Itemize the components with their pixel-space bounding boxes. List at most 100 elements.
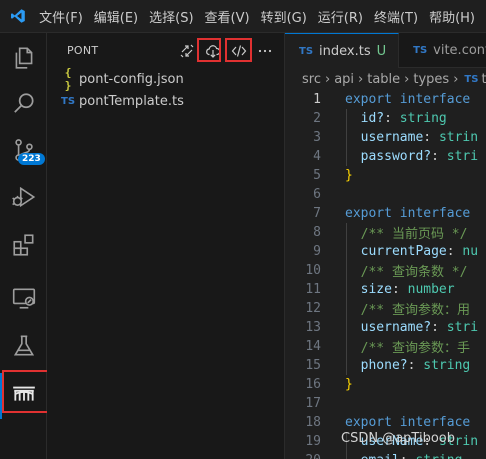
code-token: username — [345, 130, 424, 145]
code-line[interactable]: 15 phone?: string — [285, 356, 486, 375]
code-line[interactable]: 5} — [285, 166, 486, 185]
code-token: string — [399, 111, 447, 126]
code-line[interactable]: 1 export interface — [285, 90, 486, 109]
file-list: { } pont-config.json TS pontTemplate.ts — [47, 66, 284, 112]
search-button[interactable] — [0, 81, 47, 127]
code-text: size: number — [329, 282, 455, 297]
line-number: 5 — [313, 168, 321, 183]
list-item[interactable]: { } pont-config.json — [47, 66, 284, 92]
file-name: pontTemplate.ts — [79, 93, 184, 109]
code-line[interactable]: 14 /** 查询参数：手 — [285, 337, 486, 356]
code-text: currentPage: nu — [329, 244, 478, 259]
typescript-file-icon: TS — [61, 95, 76, 107]
explorer-icon — [15, 47, 32, 69]
line-number: 1 — [313, 92, 321, 107]
tab-label: index.ts — [319, 43, 371, 59]
code-token: password? — [345, 149, 432, 164]
typescript-file-icon: TS — [413, 45, 428, 56]
chevron-right-icon: › — [324, 71, 331, 87]
code-token: email — [345, 453, 400, 459]
run-debug-icon — [11, 186, 35, 208]
chevron-right-icon: › — [404, 71, 410, 87]
chevron-right-icon: › — [358, 71, 364, 87]
menu-item[interactable]: 文件(F) — [39, 5, 83, 28]
code-line[interactable]: 10 /** 查询条数 */ — [285, 261, 486, 280]
remote-explorer-icon — [12, 288, 35, 309]
breadcrumb-item[interactable]: api — [334, 72, 354, 87]
code-line[interactable]: 12 /** 查询参数：用 — [285, 299, 486, 318]
code-token: : — [400, 453, 416, 459]
list-item[interactable]: TS pontTemplate.ts — [47, 90, 284, 112]
tab-label: vite.conf — [433, 43, 486, 58]
run-debug-button[interactable] — [0, 174, 47, 220]
code-line[interactable]: 4 password?: stri — [285, 147, 486, 166]
code-text: export interface — [329, 415, 470, 430]
code-line[interactable]: 18 export interface — [285, 413, 486, 432]
menu-item[interactable]: 选择(S) — [149, 5, 193, 28]
code-token: username? — [345, 320, 432, 335]
code-line[interactable]: 11 size: number — [285, 280, 486, 299]
sidebar-actions — [172, 33, 276, 68]
code-token: size — [345, 282, 392, 297]
code-line[interactable]: 20 email: string — [285, 451, 486, 459]
remote-explorer-button[interactable] — [0, 275, 47, 321]
menu-item[interactable]: 帮助(H) — [429, 5, 475, 28]
breadcrumb-item[interactable]: src — [302, 72, 321, 87]
breadcrumb-item[interactable]: table — [367, 72, 400, 87]
breadcrumb-item[interactable]: types — [413, 72, 449, 87]
code-line[interactable]: 16} — [285, 375, 486, 394]
line-number: 16 — [305, 377, 321, 392]
code-token: } — [345, 168, 353, 183]
line-number: 20 — [285, 453, 329, 459]
line-number: 18 — [305, 415, 321, 430]
more-actions-button[interactable] — [254, 40, 276, 62]
tab-index-ts[interactable]: TS index.ts U — [285, 33, 400, 68]
code-token: export — [345, 415, 400, 430]
highlight-box — [225, 38, 252, 62]
code-text: } — [329, 168, 353, 183]
menu-item[interactable]: 终端(T) — [374, 5, 418, 28]
menu-item[interactable]: 查看(V) — [205, 5, 250, 28]
source-control-button[interactable] — [0, 127, 47, 173]
code-line[interactable]: 9 currentPage: nu — [285, 242, 486, 261]
code-token: : — [446, 244, 463, 259]
code-line[interactable]: 7 export interface — [285, 204, 486, 223]
line-number: 15 — [305, 358, 321, 373]
code-line[interactable]: 2 id?: string — [285, 109, 486, 128]
line-number: 11 — [305, 282, 321, 297]
code-token: : — [384, 111, 400, 126]
menu-item[interactable]: 运行(R) — [318, 5, 363, 28]
code-token: /** 查询参数：用 — [345, 303, 470, 318]
line-number: 9 — [313, 244, 321, 259]
testing-icon — [13, 335, 34, 356]
indent-guide — [346, 223, 347, 375]
line-number: 14 — [305, 339, 321, 354]
explorer-button[interactable] — [0, 35, 47, 81]
line-number: 12 — [305, 301, 321, 316]
menu-item[interactable]: 编辑(E) — [94, 5, 138, 28]
code-token: stri — [446, 320, 479, 335]
code-line[interactable]: 13 username?: stri — [285, 318, 486, 337]
testing-button[interactable] — [0, 323, 47, 369]
code-token: : — [391, 282, 408, 297]
line-number: 2 — [313, 111, 321, 126]
code-token: phone? — [345, 358, 408, 373]
code-line[interactable]: 17 — [285, 394, 486, 413]
typescript-file-icon: TS — [299, 45, 314, 57]
json-file-icon: { } — [64, 66, 72, 92]
code-token: nu — [462, 244, 479, 259]
code-text: password?: stri — [329, 149, 478, 164]
code-token: interface — [399, 415, 471, 430]
title-bar: 文件(F) 编辑(E) 选择(S) 查看(V) 转到(G) 运行(R) 终端(T) 帮助(H) — [0, 0, 486, 33]
menu-item[interactable]: 转到(G) — [261, 5, 307, 28]
code-line[interactable]: 3 username: strin — [285, 128, 486, 147]
breadcrumb-item[interactable]: t — [481, 72, 486, 87]
code-line[interactable]: 8 /** 当前页码 */ — [285, 223, 486, 242]
code-editor[interactable]: 1 export interface 2 id?: string 3 username… — [285, 90, 486, 459]
code-text: username: strin — [329, 130, 478, 145]
tab-vite-config[interactable]: TS vite.conf — [399, 33, 486, 68]
extensions-button[interactable] — [0, 222, 47, 268]
code-token: string — [415, 453, 462, 459]
code-line[interactable]: 6 — [285, 185, 486, 204]
sync-button[interactable] — [176, 40, 198, 62]
